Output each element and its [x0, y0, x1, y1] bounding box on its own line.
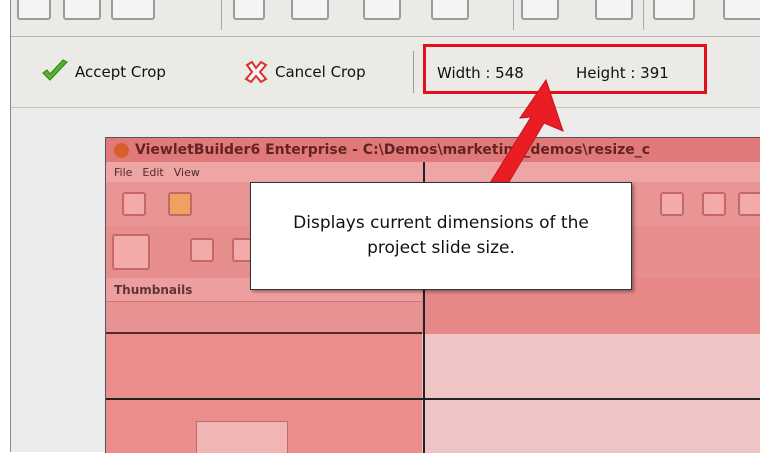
callout-box: Displays current dimensions of the proje…: [250, 182, 632, 290]
toolbar-icon[interactable]: [363, 0, 401, 20]
height-readout: Height : 391: [576, 64, 669, 82]
folder-icon[interactable]: [168, 192, 192, 216]
x-icon: [244, 60, 268, 84]
thumbnails-toolbar: [106, 302, 422, 334]
crop-toolbar: Accept Crop Cancel Crop Width : 548 Heig…: [11, 37, 760, 108]
slide-add-icon[interactable]: [660, 192, 684, 216]
toolbar-icon[interactable]: [595, 0, 633, 20]
app-menu-bar: File Edit View: [106, 162, 760, 182]
window: Accept Crop Cancel Crop Width : 548 Heig…: [0, 0, 760, 453]
width-readout: Width : 548: [437, 64, 524, 82]
toolbar-icon[interactable]: [653, 0, 695, 20]
accept-crop-label: Accept Crop: [75, 63, 166, 81]
image-icon[interactable]: [738, 192, 760, 216]
crop-guide-horizontal[interactable]: [106, 398, 760, 400]
camera-icon[interactable]: [702, 192, 726, 216]
toolbar-separator: [413, 51, 414, 93]
toolbar-separator: [643, 0, 644, 30]
list-icon[interactable]: [190, 238, 214, 262]
toolbar-icon[interactable]: [431, 0, 469, 20]
toolbar-icon[interactable]: [111, 0, 155, 20]
left-margin: [0, 0, 11, 452]
new-icon[interactable]: [122, 192, 146, 216]
toolbar-icon[interactable]: [233, 0, 265, 20]
cancel-crop-label: Cancel Crop: [275, 63, 366, 81]
thumbnails-label: Thumbnails: [114, 282, 193, 297]
toolbar-icon[interactable]: [723, 0, 760, 20]
toolbar-icon[interactable]: [17, 0, 51, 20]
toolbar-icon[interactable]: [63, 0, 101, 20]
menu-file[interactable]: File: [114, 166, 132, 179]
menu-view[interactable]: View: [174, 166, 200, 179]
callout-text: Displays current dimensions of the proje…: [293, 213, 589, 258]
toolbar-icon[interactable]: [521, 0, 559, 20]
toolbar-separator: [513, 0, 514, 30]
app-title: ViewletBuilder6 Enterprise - C:\Demos\ma…: [135, 142, 651, 158]
menu-edit[interactable]: Edit: [142, 166, 163, 179]
top-toolbar: [11, 0, 760, 37]
app-title-bar: ViewletBuilder6 Enterprise - C:\Demos\ma…: [106, 138, 760, 162]
slide-thumbnail[interactable]: [196, 421, 288, 453]
check-icon: [42, 59, 68, 81]
cancel-crop-button[interactable]: Cancel Crop: [243, 57, 366, 87]
slide-editor-pane: [422, 278, 760, 453]
shape-icon[interactable]: [112, 234, 150, 270]
accept-crop-button[interactable]: Accept Crop: [41, 57, 166, 87]
toolbar-icon[interactable]: [291, 0, 329, 20]
app-logo-icon: [114, 142, 129, 158]
toolbar-separator: [221, 0, 222, 30]
